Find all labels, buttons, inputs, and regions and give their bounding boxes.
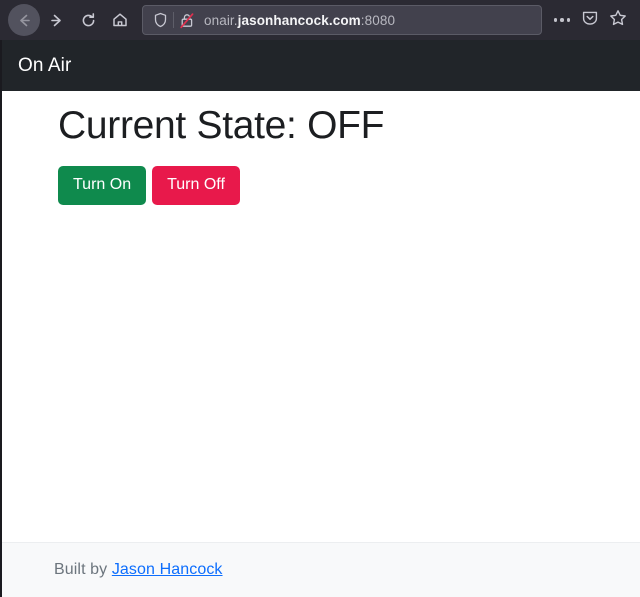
pocket-save-button[interactable] <box>576 6 604 34</box>
urlbar-divider <box>173 12 174 28</box>
pocket-save-icon <box>581 9 599 32</box>
turn-off-button[interactable]: Turn Off <box>152 165 240 205</box>
reload-button[interactable] <box>72 4 104 36</box>
ellipsis-icon <box>553 18 571 22</box>
url-bar[interactable]: onair.jasonhancock.com:8080 <box>142 5 542 35</box>
page-footer: Built by Jason Hancock <box>2 542 640 597</box>
browser-toolbar: onair.jasonhancock.com:8080 <box>0 0 640 40</box>
star-icon <box>609 9 627 32</box>
control-button-row: Turn On Turn Off <box>58 165 640 205</box>
page-title: Current State: OFF <box>58 104 385 147</box>
home-button[interactable] <box>104 4 136 36</box>
turn-on-button[interactable]: Turn On <box>58 165 147 205</box>
url-host: jasonhancock.com <box>237 12 361 28</box>
page-viewport: On Air Current State: OFF Turn On Turn O… <box>0 40 640 597</box>
forward-button[interactable] <box>40 4 72 36</box>
arrow-right-icon <box>48 12 65 29</box>
bookmark-button[interactable] <box>604 6 632 34</box>
page-main: Current State: OFF Turn On Turn Off <box>2 91 640 542</box>
author-link[interactable]: Jason Hancock <box>112 561 223 578</box>
arrow-left-icon <box>16 12 33 29</box>
footer-prefix: Built by <box>54 561 112 578</box>
lock-slashed-icon[interactable] <box>176 10 198 30</box>
browser-window: onair.jasonhancock.com:8080 On Air Curre… <box>0 0 640 597</box>
shield-icon[interactable] <box>149 10 171 30</box>
home-icon <box>111 11 129 29</box>
navbar-brand[interactable]: On Air <box>18 56 71 75</box>
back-button[interactable] <box>8 4 40 36</box>
url-text[interactable]: onair.jasonhancock.com:8080 <box>198 13 535 28</box>
url-subdomain: onair. <box>204 12 238 28</box>
url-port: :8080 <box>360 12 396 28</box>
footer-text: Built by Jason Hancock <box>54 561 223 579</box>
reload-icon <box>80 12 97 29</box>
site-navbar: On Air <box>2 40 640 91</box>
page-actions-button[interactable] <box>548 6 576 34</box>
